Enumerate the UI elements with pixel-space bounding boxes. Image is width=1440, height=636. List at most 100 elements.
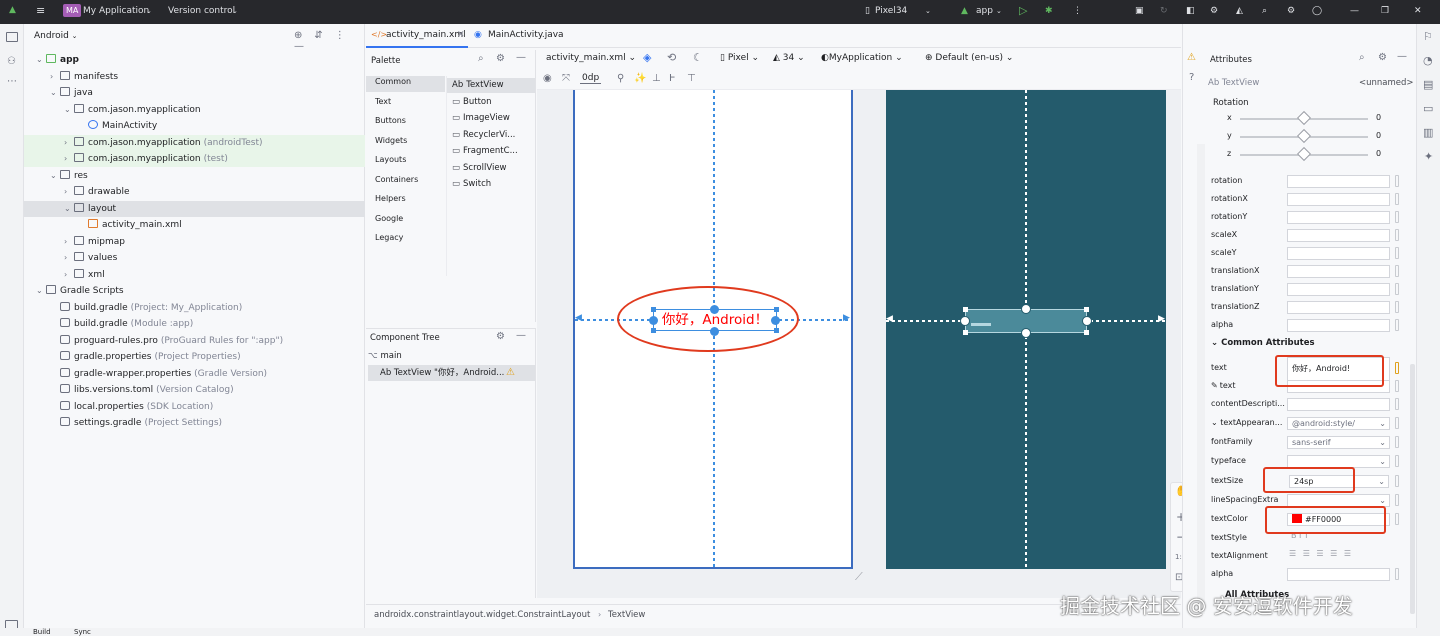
attr-pin-icon[interactable] <box>1395 398 1399 410</box>
attr-pin-icon[interactable] <box>1395 175 1399 187</box>
breadcrumb-leaf[interactable]: TextView <box>608 610 645 620</box>
breadcrumb-root[interactable]: androidx.constraintlayout.widget.Constra… <box>374 610 590 620</box>
tree-item[interactable]: › mipmap <box>24 234 365 250</box>
resize-handle[interactable] <box>1084 330 1089 335</box>
attr-pin-icon[interactable] <box>1395 455 1399 467</box>
api-dropdown[interactable]: ◭ 34 ⌄ <box>773 53 805 63</box>
align-icon[interactable]: Ⱶ <box>669 73 676 84</box>
attr-pin-icon[interactable] <box>1395 568 1399 580</box>
close-icon[interactable]: ✕ <box>1414 6 1422 16</box>
chevron-right-icon[interactable]: › <box>50 69 60 85</box>
chevron-down-icon[interactable]: ⌄ <box>50 85 60 101</box>
tree-item[interactable]: › manifests <box>24 69 365 85</box>
component-tree-minimize-icon[interactable]: — <box>516 330 526 341</box>
chevron-right-icon[interactable]: › <box>64 250 74 266</box>
search-icon[interactable]: ⌕ <box>1262 6 1267 16</box>
tree-item[interactable]: gradle.properties (Project Properties) <box>24 349 365 365</box>
attr-scrollbar[interactable] <box>1410 364 1415 614</box>
palette-search-icon[interactable]: ⌕ <box>478 53 484 64</box>
orientation-icon[interactable]: ⟲ <box>667 51 676 64</box>
chevron-down-icon[interactable]: ⌄ <box>36 52 46 68</box>
run-config-dropdown[interactable]: app <box>976 6 993 16</box>
more-tools-icon[interactable]: ⋯ <box>7 76 17 87</box>
chevron-down-icon[interactable]: ⌄ <box>1378 476 1385 487</box>
attr-input[interactable] <box>1287 265 1390 278</box>
device-manager-icon[interactable]: ▣ <box>1135 6 1144 16</box>
anchor-handle[interactable] <box>1021 328 1031 338</box>
palette-widget[interactable]: ▭ ScrollView <box>452 160 507 176</box>
palette-category[interactable]: Google <box>375 214 403 223</box>
attr-pin-icon[interactable] <box>1395 283 1399 295</box>
palette-category[interactable]: Text <box>375 97 391 106</box>
tree-item[interactable]: › xml <box>24 267 365 283</box>
tree-item[interactable]: MainActivity <box>24 118 365 134</box>
attr-minimize-icon[interactable]: — <box>1397 51 1407 62</box>
maximize-icon[interactable]: ❐ <box>1381 6 1389 16</box>
resize-handle[interactable] <box>963 330 968 335</box>
attr-pin-icon[interactable] <box>1395 494 1399 506</box>
attr-input[interactable] <box>1287 211 1390 224</box>
run-icon[interactable]: ▷ <box>1019 4 1027 17</box>
tree-item[interactable]: › com.jason.myapplication (androidTest) <box>24 134 365 151</box>
tree-item[interactable]: build.gradle (Project: My_Application) <box>24 300 365 316</box>
help-icon[interactable]: ? <box>1189 72 1194 83</box>
design-preview[interactable]: ◀ ▶ 你好，Android！ <box>573 90 853 569</box>
tree-item[interactable]: › values <box>24 250 365 266</box>
tree-item[interactable]: › drawable <box>24 184 365 200</box>
component-root[interactable]: ⌥ main <box>368 351 402 361</box>
chevron-right-icon[interactable]: › <box>64 184 74 200</box>
chevron-down-icon[interactable]: ⌄ <box>50 168 60 184</box>
tree-item[interactable]: ⌄ layout <box>24 200 365 217</box>
more-icon[interactable]: ⋮ <box>1073 6 1082 16</box>
attr-settings-icon[interactable]: ⚙ <box>1378 52 1387 63</box>
palette-category[interactable]: Common <box>375 77 411 86</box>
tree-item[interactable]: ⌄ com.jason.myapplication <box>24 102 365 118</box>
attr-pin-icon[interactable] <box>1395 513 1399 525</box>
palette-category[interactable]: Layouts <box>375 155 406 164</box>
tree-item[interactable]: ⌄ app <box>24 52 365 68</box>
text-alignment-buttons[interactable]: ☰ ☰ ☰ ☰ ☰ <box>1289 549 1353 558</box>
chevron-down-icon[interactable]: ⌄ <box>1211 418 1220 427</box>
night-mode-icon[interactable]: ☾ <box>693 51 703 64</box>
palette-widget[interactable]: ▭ Switch <box>452 176 491 192</box>
palette-minimize-icon[interactable]: — <box>516 52 526 63</box>
android-logo-icon[interactable]: ▲ <box>9 5 16 15</box>
attr-pin-icon[interactable] <box>1395 265 1399 277</box>
device-dropdown[interactable]: Pixel34 <box>875 6 907 16</box>
project-view-dropdown[interactable]: Android ⌄ <box>34 31 78 41</box>
attr-input[interactable] <box>1287 247 1390 260</box>
attr-pin-icon[interactable] <box>1395 380 1399 392</box>
component-tree-settings-icon[interactable]: ⚙ <box>496 331 505 342</box>
palette-category[interactable]: Helpers <box>375 194 406 203</box>
attr-input[interactable] <box>1287 229 1390 242</box>
chevron-down-icon[interactable]: ⌄ <box>1379 456 1386 467</box>
gradle-icon[interactable]: ◔ <box>1423 54 1433 67</box>
attr-pin-icon[interactable] <box>1395 301 1399 313</box>
tree-item[interactable]: libs.versions.toml (Version Catalog) <box>24 382 365 398</box>
tree-item[interactable]: ⌄ Gradle Scripts <box>24 283 365 299</box>
project-folder-icon[interactable] <box>6 32 18 42</box>
attr-input[interactable] <box>1287 283 1390 296</box>
attr-pin-icon[interactable] <box>1395 247 1399 259</box>
widget-id[interactable]: <unnamed> <box>1359 78 1414 88</box>
anchor-handle[interactable] <box>1021 304 1031 314</box>
running-devices-icon[interactable]: ▭ <box>1423 102 1433 115</box>
project-name-dropdown[interactable]: My Application <box>83 6 149 16</box>
vcs-dropdown[interactable]: Version control <box>168 6 235 16</box>
attr-input[interactable] <box>1287 301 1390 314</box>
debug-icon[interactable]: ✱ <box>1045 6 1053 16</box>
palette-settings-icon[interactable]: ⚙ <box>496 53 505 64</box>
chevron-down-icon[interactable]: ⌄ <box>64 201 74 217</box>
chevron-right-icon[interactable]: › <box>64 135 74 151</box>
palette-widget[interactable]: ▭ Button <box>452 94 492 110</box>
tab-mainactivity[interactable]: MainActivity.java <box>488 30 564 40</box>
minimize-icon[interactable]: — <box>1350 6 1359 16</box>
resize-handle[interactable] <box>1084 307 1089 312</box>
layout-file-dropdown[interactable]: activity_main.xml ⌄ <box>546 53 636 63</box>
attr-input[interactable] <box>1287 193 1390 206</box>
palette-category[interactable]: Containers <box>375 175 418 184</box>
chevron-right-icon[interactable]: › <box>64 234 74 250</box>
palette-widget[interactable]: ▭ FragmentC... <box>452 143 518 159</box>
attr-input[interactable] <box>1287 175 1390 188</box>
notifications-icon[interactable]: ⚐ <box>1423 30 1433 43</box>
